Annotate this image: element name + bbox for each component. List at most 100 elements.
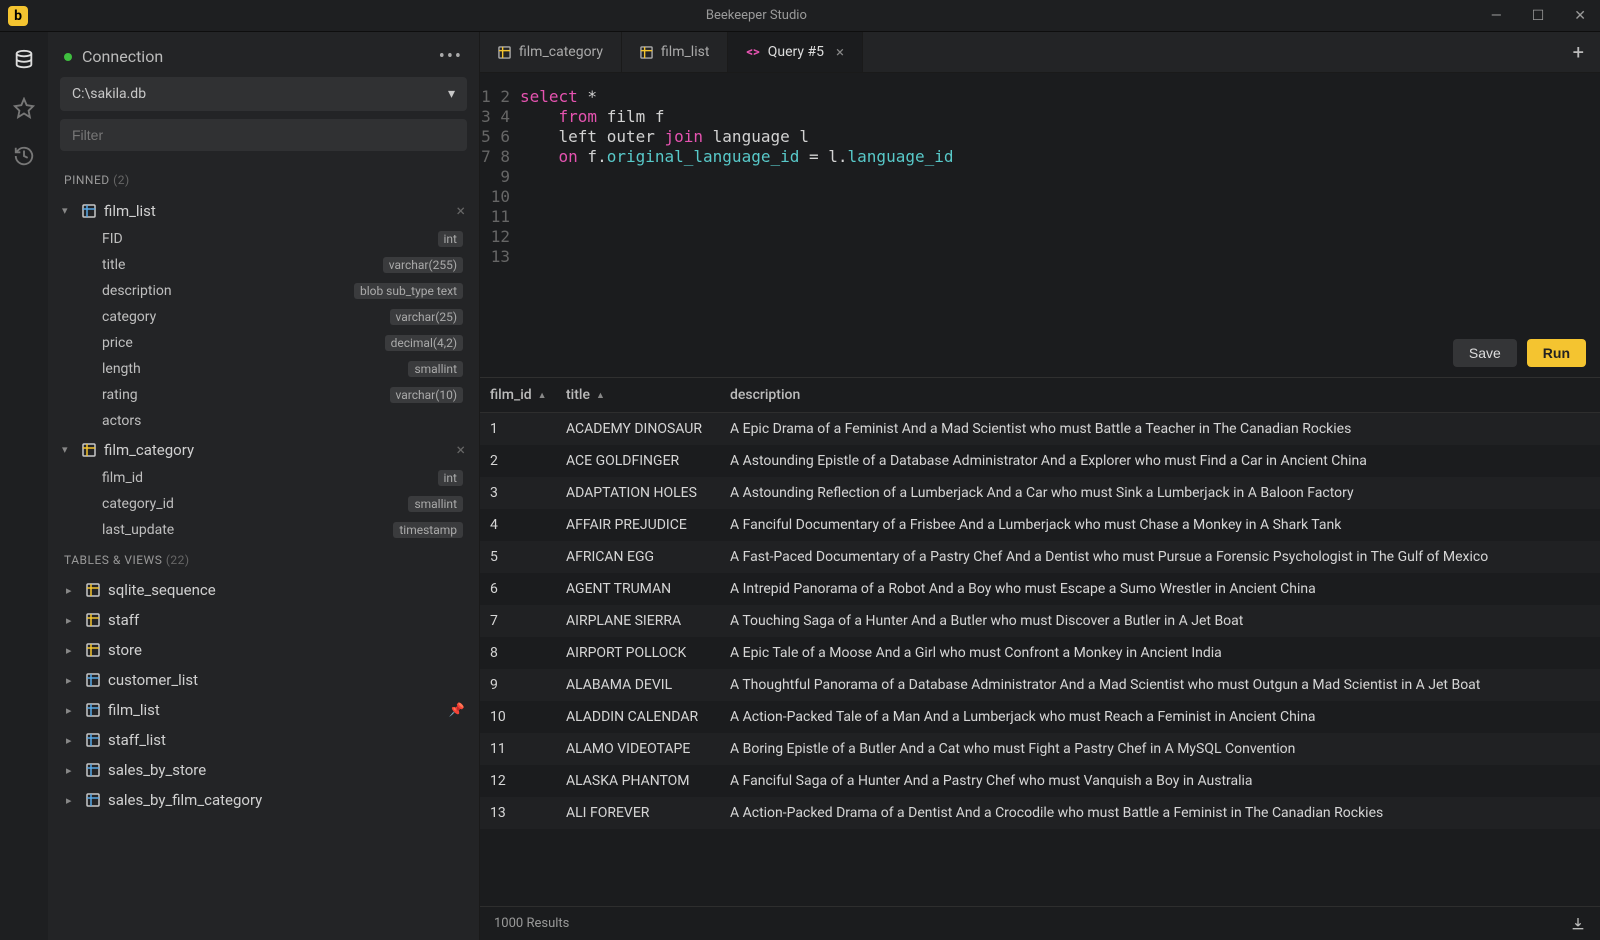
column-name: category_id: [102, 496, 408, 512]
result-row[interactable]: 6AGENT TRUMANA Intrepid Panorama of a Ro…: [480, 573, 1600, 605]
maximize-button[interactable]: ☐: [1526, 6, 1551, 26]
table-name: customer_list: [108, 671, 465, 689]
titlebar: b Beekeeper Studio — ☐ ✕: [0, 0, 1600, 32]
result-cell: 10: [480, 701, 556, 733]
filter-input[interactable]: [60, 119, 467, 151]
connection-label: Connection: [82, 47, 163, 66]
table-name: store: [108, 641, 465, 659]
column-row[interactable]: titlevarchar(255): [48, 252, 479, 278]
table-name: sqlite_sequence: [108, 581, 465, 599]
download-icon[interactable]: [1570, 916, 1586, 932]
result-row[interactable]: 5AFRICAN EGGA Fast-Paced Documentary of …: [480, 541, 1600, 573]
database-selector[interactable]: C:\sakila.db ▾: [60, 77, 467, 111]
column-row[interactable]: ratingvarchar(10): [48, 382, 479, 408]
result-row[interactable]: 12ALASKA PHANTOMA Fanciful Saga of a Hun…: [480, 765, 1600, 797]
column-row[interactable]: last_updatetimestamp: [48, 517, 479, 543]
table-item-sqlite_sequence[interactable]: ▸sqlite_sequence: [48, 575, 479, 605]
save-button[interactable]: Save: [1453, 339, 1517, 367]
column-name: description: [102, 283, 354, 299]
column-row[interactable]: pricedecimal(4,2): [48, 330, 479, 356]
column-header-title[interactable]: title▲: [556, 378, 720, 412]
result-cell: A Fanciful Documentary of a Frisbee And …: [720, 509, 1600, 541]
connection-menu-button[interactable]: •••: [439, 46, 463, 67]
result-cell: A Fast-Paced Documentary of a Pastry Che…: [720, 541, 1600, 573]
result-cell: 1: [480, 413, 556, 445]
table-item-staff[interactable]: ▸staff: [48, 605, 479, 635]
column-row[interactable]: descriptionblob sub_type text: [48, 278, 479, 304]
table-item-sales_by_store[interactable]: ▸sales_by_store: [48, 755, 479, 785]
new-tab-button[interactable]: +: [1557, 40, 1600, 64]
chevron-down-icon: ▾: [448, 86, 455, 102]
column-row[interactable]: actors: [48, 408, 479, 434]
result-cell: 2: [480, 445, 556, 477]
result-row[interactable]: 3ADAPTATION HOLESA Astounding Reflection…: [480, 477, 1600, 509]
history-icon[interactable]: [12, 144, 36, 168]
tab-bar: film_category film_list <>Query #5× +: [480, 32, 1600, 73]
column-name: last_update: [102, 522, 393, 538]
window-controls: — ☐ ✕: [1485, 6, 1592, 26]
column-header-description[interactable]: description: [720, 378, 1600, 412]
sort-asc-icon: ▲: [596, 390, 605, 401]
result-row[interactable]: 8AIRPORT POLLOCKA Epic Tale of a Moose A…: [480, 637, 1600, 669]
results-count: 1000 Results: [494, 916, 569, 931]
result-row[interactable]: 7AIRPLANE SIERRAA Touching Saga of a Hun…: [480, 605, 1600, 637]
close-tab-button[interactable]: ×: [836, 43, 844, 61]
pinned-section-header: PINNED (2): [48, 163, 479, 195]
tables-section-header: TABLES & VIEWS (22): [48, 543, 479, 575]
result-cell: AFRICAN EGG: [556, 541, 720, 573]
minimize-button[interactable]: —: [1485, 6, 1508, 26]
table-name: film_list: [108, 701, 441, 719]
table-item-store[interactable]: ▸store: [48, 635, 479, 665]
column-row[interactable]: lengthsmallint: [48, 356, 479, 382]
result-row[interactable]: 4AFFAIR PREJUDICEA Fanciful Documentary …: [480, 509, 1600, 541]
app-title: Beekeeper Studio: [28, 8, 1485, 23]
column-type: varchar(255): [383, 257, 463, 273]
pinned-table-film_list[interactable]: ▾film_list×: [48, 195, 479, 226]
database-path: C:\sakila.db: [72, 86, 146, 102]
sql-editor[interactable]: 1 2 3 4 5 6 7 8 9 10 11 12 13 select * f…: [480, 73, 1600, 333]
result-row[interactable]: 1ACADEMY DINOSAURA Epic Drama of a Femin…: [480, 413, 1600, 445]
database-icon[interactable]: [12, 48, 36, 72]
result-row[interactable]: 10ALADDIN CALENDARA Action-Packed Tale o…: [480, 701, 1600, 733]
pin-icon: 📌: [449, 703, 465, 718]
editor-code[interactable]: select * from film f left outer join lan…: [520, 87, 1600, 327]
result-row[interactable]: 11ALAMO VIDEOTAPEA Boring Epistle of a B…: [480, 733, 1600, 765]
table-item-staff_list[interactable]: ▸staff_list: [48, 725, 479, 755]
result-cell: A Action-Packed Drama of a Dentist And a…: [720, 797, 1600, 829]
column-type: int: [438, 470, 463, 486]
connection-header: Connection: [64, 47, 163, 66]
table-item-customer_list[interactable]: ▸ customer_list: [48, 665, 479, 695]
column-name: actors: [102, 413, 463, 429]
close-window-button[interactable]: ✕: [1568, 6, 1592, 26]
result-row[interactable]: 13ALI FOREVERA Action-Packed Drama of a …: [480, 797, 1600, 829]
column-name: category: [102, 309, 390, 325]
column-header-film_id[interactable]: film_id▲: [480, 378, 556, 412]
column-row[interactable]: FIDint: [48, 226, 479, 252]
column-row[interactable]: category_idsmallint: [48, 491, 479, 517]
result-row[interactable]: 9ALABAMA DEVILA Thoughtful Panorama of a…: [480, 669, 1600, 701]
table-item-film_list[interactable]: ▸film_list📌: [48, 695, 479, 725]
unpin-button[interactable]: ×: [456, 440, 465, 459]
table-name: film_list: [104, 202, 448, 220]
tab-query-#5[interactable]: <>Query #5×: [728, 32, 863, 72]
table-name: sales_by_store: [108, 761, 465, 779]
result-cell: 9: [480, 669, 556, 701]
chevron-right-icon: ▸: [66, 734, 78, 747]
result-cell: ALABAMA DEVIL: [556, 669, 720, 701]
chevron-right-icon: ▸: [66, 794, 78, 807]
star-icon[interactable]: [12, 96, 36, 120]
results-footer: 1000 Results: [480, 906, 1600, 940]
result-row[interactable]: 2ACE GOLDFINGERA Astounding Epistle of a…: [480, 445, 1600, 477]
table-name: film_category: [104, 441, 448, 459]
tab-film_category[interactable]: film_category: [480, 32, 622, 72]
pinned-table-film_category[interactable]: ▾film_category×: [48, 434, 479, 465]
tab-label: film_list: [661, 44, 709, 60]
chevron-right-icon: ▸: [66, 674, 78, 687]
result-cell: 11: [480, 733, 556, 765]
column-row[interactable]: film_idint: [48, 465, 479, 491]
tab-film_list[interactable]: film_list: [622, 32, 728, 72]
unpin-button[interactable]: ×: [456, 201, 465, 220]
column-row[interactable]: categoryvarchar(25): [48, 304, 479, 330]
run-button[interactable]: Run: [1527, 339, 1586, 367]
table-item-sales_by_film_category[interactable]: ▸sales_by_film_category: [48, 785, 479, 815]
